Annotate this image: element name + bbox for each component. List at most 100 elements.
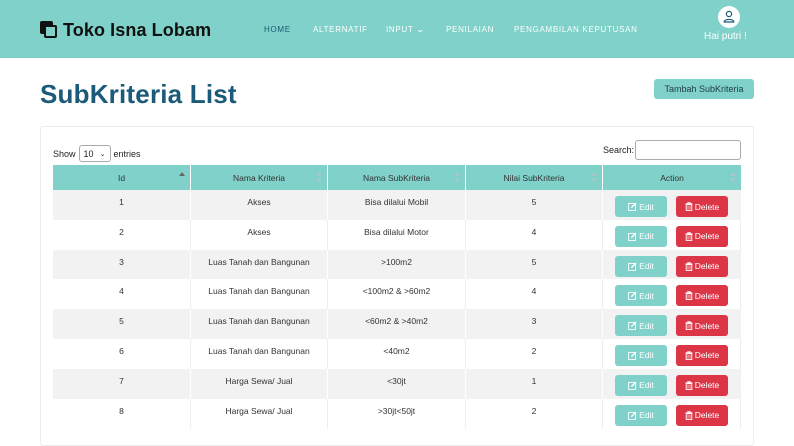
nav-alternatif[interactable]: ALTERNATIF [313, 25, 368, 34]
delete-label: Delete [694, 380, 720, 391]
table-row: 4 Luas Tanah dan Bangunan <100m2 & >60m2 4 E… [53, 279, 741, 310]
column-header-label: Nama Kriteria [233, 172, 285, 183]
cell-nilai-subkriteria-value: 5 [531, 256, 537, 267]
cell-nama-subkriteria-value: Bisa dilalui Mobil [364, 197, 429, 207]
edit-icon [628, 321, 637, 331]
cell-action: Edit Delete [603, 190, 741, 220]
table-row: 2 Akses Bisa dilalui Motor 4 Edit Delete [53, 219, 741, 250]
table-row: 3 Luas Tanah dan Bangunan >100m2 5 Edit Delet… [53, 249, 741, 280]
cell-id-value: 2 [119, 226, 124, 237]
brand[interactable]: Toko Isna Lobam [40, 18, 211, 42]
cell-nama-kriteria: Luas Tanah dan Bangunan [191, 309, 328, 339]
edit-icon [628, 351, 637, 360]
sort-ascending-icon [179, 172, 185, 182]
cell-nama-kriteria: Harga Sewa/ Jual [191, 398, 328, 429]
cell-nama-subkriteria: Bisa dilalui Motor [328, 219, 466, 250]
edit-button[interactable]: Edit [615, 315, 667, 337]
edit-button[interactable]: Edit [615, 196, 667, 217]
search-label: Search: [603, 145, 635, 155]
cell-nama-subkriteria: >100m2 [328, 249, 466, 280]
delete-button[interactable]: Delete [676, 344, 728, 366]
delete-button[interactable]: Delete [676, 196, 728, 217]
user-icon [723, 10, 735, 23]
edit-icon [628, 232, 637, 241]
edit-label: Edit [639, 320, 654, 331]
cell-nama-subkriteria: <30jt [328, 368, 466, 399]
cell-action: Edit Delete [603, 279, 741, 310]
table-row: 5 Luas Tanah dan Bangunan <60m2 & >40m2 3 Ed… [53, 309, 741, 339]
cell-nama-subkriteria-value: <30jt [387, 375, 406, 386]
cell-id-value: 1 [119, 197, 124, 207]
cell-id: 8 [53, 398, 191, 429]
edit-label: Edit [639, 350, 654, 361]
cell-nilai-subkriteria: 4 [466, 279, 603, 310]
cell-nama-kriteria-value: Luas Tanah dan Bangunan [208, 345, 310, 356]
delete-label: Delete [694, 201, 720, 212]
edit-label: Edit [639, 290, 654, 301]
delete-button[interactable]: Delete [676, 404, 728, 426]
subkriteria-table: Id Nama Kriteria Nama SubKriteria Nilai … [53, 165, 741, 429]
cell-nama-kriteria: Akses [191, 190, 328, 220]
table-row: 6 Luas Tanah dan Bangunan <40m2 2 Edit Delete [53, 338, 741, 369]
edit-label: Edit [639, 201, 654, 212]
cell-id: 3 [53, 249, 191, 280]
entries-length-control: Show 10 ⌄ entries [53, 145, 141, 162]
avatar[interactable] [718, 6, 740, 28]
cell-nilai-subkriteria: 1 [466, 368, 603, 399]
cell-id-value: 7 [119, 375, 124, 386]
nav-home[interactable]: HOME [264, 25, 291, 34]
nav-penilaian[interactable]: PENILAIAN [446, 25, 494, 34]
nav-input-label: INPUT [386, 25, 414, 34]
column-header-nama-subkriteria[interactable]: Nama SubKriteria [328, 165, 466, 190]
trash-icon [685, 380, 693, 390]
cell-id-value: 4 [119, 286, 124, 297]
cell-nilai-subkriteria-value: 2 [531, 345, 537, 356]
cell-id-value: 8 [119, 405, 124, 416]
cell-nilai-subkriteria-value: 4 [531, 286, 537, 297]
page-title: SubKriteria List [40, 79, 237, 109]
edit-button[interactable]: Edit [615, 344, 667, 366]
cell-nilai-subkriteria: 5 [466, 249, 603, 280]
edit-button[interactable]: Edit [615, 285, 667, 307]
entries-select[interactable]: 10 ⌄ [78, 145, 111, 162]
column-header-id[interactable]: Id [53, 165, 191, 190]
delete-button[interactable]: Delete [676, 285, 728, 307]
delete-button[interactable]: Delete [676, 374, 728, 396]
delete-button[interactable]: Delete [676, 315, 728, 337]
column-header-nilai-subkriteria[interactable]: Nilai SubKriteria [466, 165, 603, 190]
nav-input[interactable]: INPUT ⌄ [386, 25, 424, 34]
cell-action: Edit Delete [603, 309, 741, 339]
column-header-label: Nilai SubKriteria [503, 172, 565, 183]
search-input[interactable] [635, 140, 741, 160]
trash-icon [685, 321, 693, 331]
column-header-label: Action [660, 172, 684, 183]
delete-button[interactable]: Delete [676, 255, 728, 277]
cell-id: 2 [53, 219, 191, 250]
cell-nilai-subkriteria-value: 3 [531, 316, 537, 327]
cell-id: 5 [53, 309, 191, 339]
table-body: 1 Akses Bisa dilalui Mobil 5 Edit Delete 2 Akse… [53, 190, 741, 429]
cell-nama-kriteria: Akses [191, 219, 328, 250]
edit-button[interactable]: Edit [615, 255, 667, 277]
edit-button[interactable]: Edit [615, 225, 667, 247]
entries-select-value: 10 [83, 148, 94, 159]
delete-button[interactable]: Delete [676, 225, 728, 247]
add-subkriteria-button[interactable]: Tambah SubKriteria [654, 79, 754, 99]
cell-nama-kriteria-value: Akses [247, 226, 271, 237]
sort-icon [316, 172, 322, 182]
sort-icon [591, 172, 597, 182]
table-row: 8 Harga Sewa/ Jual >30jt<50jt 2 Edit Delete [53, 398, 741, 429]
edit-button[interactable]: Edit [615, 404, 667, 426]
nav-pengambilan-keputusan[interactable]: PENGAMBILAN KEPUTUSAN [514, 25, 638, 34]
show-label: Show [53, 148, 76, 159]
column-header-nama-kriteria[interactable]: Nama Kriteria [191, 165, 328, 190]
trash-icon [685, 291, 693, 301]
cell-nama-subkriteria: <100m2 & >60m2 [328, 279, 466, 310]
cell-nama-subkriteria: Bisa dilalui Mobil [328, 190, 466, 220]
cell-action: Edit Delete [603, 369, 741, 399]
column-header-action[interactable]: Action [603, 165, 741, 190]
delete-label: Delete [694, 320, 720, 331]
user-greeting[interactable]: Hai putri ! [704, 31, 747, 42]
cell-nama-kriteria-value: Harga Sewa/ Jual [225, 375, 293, 386]
edit-button[interactable]: Edit [615, 374, 667, 396]
